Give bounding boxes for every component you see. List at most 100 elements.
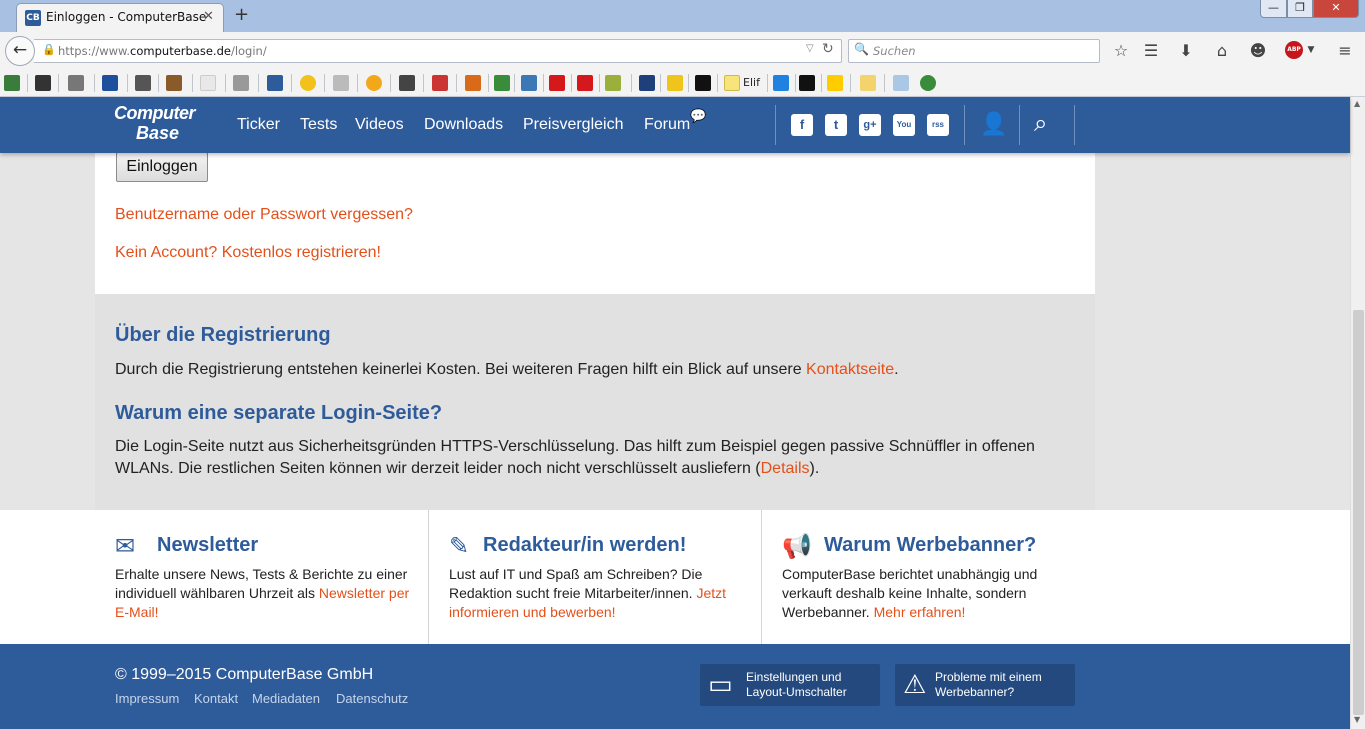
bookmark-separator	[884, 74, 885, 92]
bookmark-separator	[795, 74, 796, 92]
lock-icon[interactable]: 🔒	[42, 43, 56, 56]
footer-link-mediadaten[interactable]: Mediadaten	[252, 691, 320, 706]
lightbulb-bookmark-icon[interactable]	[366, 75, 382, 91]
z-bookmark-icon[interactable]	[549, 75, 565, 91]
bookmark-elif-label[interactable]: Elif	[743, 76, 760, 89]
people-bookmark-icon[interactable]	[920, 75, 936, 91]
nav-ticker[interactable]: Ticker	[237, 116, 280, 134]
google-plus-icon[interactable]: g+	[859, 114, 881, 136]
bookmark-3-icon[interactable]	[68, 75, 84, 91]
scroll-up-icon[interactable]: ▲	[1354, 99, 1360, 108]
tab-close-icon[interactable]: ✕	[203, 9, 214, 24]
bookmark-1-icon[interactable]	[4, 75, 20, 91]
nav-preisvergleich[interactable]: Preisvergleich	[523, 116, 623, 134]
ad-problem-button[interactable]: ⚠ Probleme mit einem Werbebanner?	[895, 664, 1075, 706]
scroll-down-icon[interactable]: ▼	[1354, 715, 1360, 724]
eraser-bookmark-icon[interactable]	[860, 75, 876, 91]
bookmark-star-icon[interactable]: ☆	[1111, 41, 1131, 60]
adblock-dropdown-icon[interactable]: ▼	[1301, 45, 1321, 55]
smiley-bookmark-icon[interactable]	[300, 75, 316, 91]
bookmark-separator	[158, 74, 159, 92]
footer-link-kontakt[interactable]: Kontakt	[194, 691, 238, 706]
url-bar[interactable]: 🔒 https://www.computerbase.de/login/ ▽ ↻	[34, 39, 842, 63]
window-close-button[interactable]: ✕	[1313, 0, 1359, 18]
editor-heading[interactable]: Redakteur/in werden!	[483, 534, 686, 557]
contact-page-link[interactable]: Kontaktseite	[806, 361, 894, 378]
nav-downloads[interactable]: Downloads	[424, 116, 503, 134]
browser-tab[interactable]: CB Einloggen - ComputerBase ✕	[16, 3, 224, 32]
bookmark-6-icon[interactable]	[166, 75, 182, 91]
dhl-bookmark-icon[interactable]	[827, 75, 843, 91]
bookmark-separator	[571, 74, 572, 92]
footer-link-impressum[interactable]: Impressum	[115, 691, 179, 706]
headphones-bookmark-icon[interactable]	[399, 75, 415, 91]
bookmark-4-icon[interactable]	[102, 75, 118, 91]
forgot-password-link[interactable]: Benutzername oder Passwort vergessen?	[115, 206, 413, 224]
car-bookmark-icon[interactable]	[432, 75, 448, 91]
bookmark-12-icon[interactable]	[521, 75, 537, 91]
reload-icon[interactable]: ↻	[822, 41, 834, 57]
bookmark-separator	[94, 74, 95, 92]
user-icon[interactable]: 👤	[980, 112, 1007, 137]
youtube-icon[interactable]: You	[893, 114, 915, 136]
bookmark-separator	[390, 74, 391, 92]
ads-learn-more-link[interactable]: Mehr erfahren!	[874, 604, 966, 620]
bookmark-2-icon[interactable]	[35, 75, 51, 91]
nav-tests[interactable]: Tests	[300, 116, 337, 134]
cube-bookmark-icon[interactable]	[893, 75, 909, 91]
dropbox-bookmark-icon[interactable]	[773, 75, 789, 91]
nav-forum[interactable]: Forum	[644, 116, 690, 134]
url-history-dropdown-icon[interactable]: ▽	[806, 43, 814, 54]
chat-icon[interactable]: ☻	[1248, 41, 1268, 60]
twitter-icon[interactable]: t	[825, 114, 847, 136]
bookmark-separator	[488, 74, 489, 92]
s-bookmark-icon[interactable]	[799, 75, 815, 91]
login-page-heading: Warum eine separate Login-Seite?	[115, 402, 443, 424]
newsletter-heading[interactable]: Newsletter	[157, 534, 258, 557]
footer-link-datenschutz[interactable]: Datenschutz	[336, 691, 408, 706]
header-separator	[964, 105, 965, 145]
search-bar[interactable]: 🔍 Suchen	[848, 39, 1100, 63]
promo-separator	[761, 510, 762, 644]
bookmark-7-icon[interactable]	[200, 75, 216, 91]
bookmark-11-icon[interactable]	[465, 75, 481, 91]
search-placeholder: Suchen	[873, 44, 916, 58]
rss-icon[interactable]: rss	[927, 114, 949, 136]
window-minimize-button[interactable]: —	[1260, 0, 1287, 18]
scroll-thumb[interactable]	[1353, 310, 1364, 715]
bookmark-9-icon[interactable]	[267, 75, 283, 91]
new-tab-button[interactable]: +	[234, 4, 249, 25]
menu-icon[interactable]: ≡	[1335, 41, 1355, 60]
search-engine-icon[interactable]: 🔍	[854, 42, 869, 56]
facebook-icon[interactable]: f	[791, 114, 813, 136]
nav-videos[interactable]: Videos	[355, 116, 404, 134]
search-icon[interactable]: ⌕	[1034, 109, 1047, 137]
b-bookmark-icon[interactable]	[695, 75, 711, 91]
settings-button-label: Einstellungen und Layout-Umschalter	[746, 670, 847, 700]
bookmark-separator	[599, 74, 600, 92]
download-icon[interactable]: ⬇	[1176, 41, 1196, 60]
page-scrollbar[interactable]: ▲ ▼	[1350, 97, 1365, 729]
details-link[interactable]: Details	[761, 460, 810, 477]
bookmark-separator	[456, 74, 457, 92]
bookmark-14-icon[interactable]	[639, 75, 655, 91]
home-icon[interactable]: ⌂	[1212, 41, 1232, 60]
bookmark-10-icon[interactable]	[333, 75, 349, 91]
computerbase-logo[interactable]: Computer Base	[114, 103, 214, 149]
bookmark-13-icon[interactable]	[605, 75, 621, 91]
back-button[interactable]: ←	[5, 36, 35, 66]
reading-list-icon[interactable]: ☰	[1141, 41, 1161, 60]
folder-bookmark-icon[interactable]	[724, 75, 740, 91]
ads-heading[interactable]: Warum Werbebanner?	[824, 534, 1036, 557]
login-button[interactable]: Einloggen	[116, 152, 208, 182]
window-maximize-button[interactable]: ❐	[1287, 0, 1313, 18]
settings-layout-button[interactable]: ▭ Einstellungen und Layout-Umschalter	[700, 664, 880, 706]
bookmarks-bar: Elif	[0, 68, 1365, 97]
bookmark-8-icon[interactable]	[233, 75, 249, 91]
url-text[interactable]: https://www.computerbase.de/login/	[58, 44, 267, 58]
lock-bookmark-icon[interactable]	[577, 75, 593, 91]
bookmark-5-icon[interactable]	[135, 75, 151, 91]
register-link[interactable]: Kein Account? Kostenlos registrieren!	[115, 244, 381, 262]
shield-bookmark-icon[interactable]	[494, 75, 510, 91]
arrow-bookmark-icon[interactable]	[667, 75, 683, 91]
